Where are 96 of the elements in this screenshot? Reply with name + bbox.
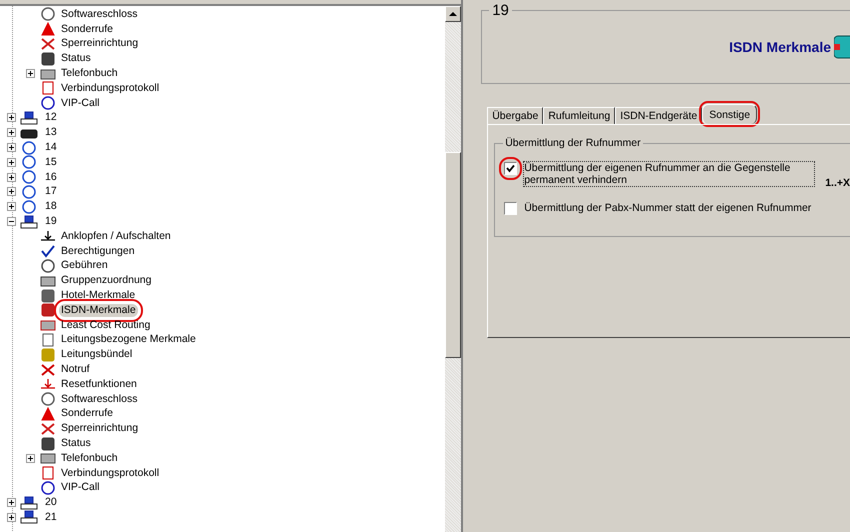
group-title: 19	[491, 2, 510, 19]
tree-item[interactable]: Status	[59, 437, 93, 450]
expand-toggle-icon[interactable]	[7, 512, 16, 522]
expand-toggle-icon[interactable]	[7, 202, 16, 212]
expand-toggle-icon[interactable]	[7, 498, 16, 508]
tree-item[interactable]: VIP-Call	[59, 96, 102, 110]
tree-item[interactable]: Least Cost Routing	[59, 318, 152, 332]
expand-toggle-icon[interactable]	[7, 217, 16, 226]
tree-item[interactable]: Sonderrufe	[59, 22, 115, 36]
tree-item[interactable]: Gruppenzuordnung	[59, 274, 154, 288]
checkmark-icon	[506, 164, 516, 173]
checkbox-label[interactable]: Übermittlung der Pabx-Nummer statt der eigenen Rufnummer	[523, 201, 826, 215]
tree-item[interactable]: 14	[44, 141, 59, 154]
tree-item[interactable]: Sonderrufe	[59, 407, 115, 420]
tab[interactable]: Übergabe	[487, 107, 544, 124]
tree-item[interactable]: 17	[44, 185, 59, 198]
expand-toggle-icon[interactable]	[7, 143, 16, 152]
tree-node-icon	[40, 22, 56, 36]
tree-node-icon	[40, 81, 56, 96]
device-icon	[20, 496, 38, 510]
tree-item[interactable]: Telefonbuch	[59, 452, 120, 465]
device-icon	[20, 110, 38, 125]
tree-node-icon	[40, 318, 56, 332]
device-icon	[20, 140, 38, 155]
device-icon	[20, 200, 38, 214]
tree-item[interactable]: 18	[44, 200, 59, 214]
expand-toggle-icon[interactable]	[7, 128, 16, 138]
tree-node-icon	[40, 288, 56, 303]
checkbox[interactable]	[503, 201, 518, 216]
tree-node-icon	[40, 96, 56, 110]
device-icon	[20, 510, 38, 524]
tree-node-icon	[40, 52, 56, 66]
tab[interactable]: Sonstige	[702, 104, 758, 124]
tree-node-icon	[40, 466, 56, 480]
tree-node-icon	[40, 303, 56, 318]
expand-toggle-icon[interactable]	[26, 69, 34, 78]
tree-item[interactable]: 21	[44, 510, 59, 524]
tree-node-icon	[40, 244, 56, 258]
tree-node-icon	[40, 274, 56, 288]
tree-node-icon	[40, 436, 56, 450]
tab[interactable]: ISDN-Endgeräte	[615, 107, 702, 124]
tree-item[interactable]: Status	[59, 52, 93, 66]
tree-item[interactable]: Anklopfen / Aufschalten	[59, 230, 173, 243]
expand-toggle-icon[interactable]	[7, 158, 16, 167]
tree-item[interactable]: ISDN-Merkmale	[59, 304, 138, 317]
device-icon	[20, 214, 38, 229]
tree-item[interactable]: Softwareschloss	[59, 392, 140, 406]
device-icon	[20, 170, 38, 184]
expand-toggle-icon[interactable]	[26, 454, 34, 463]
tree-item[interactable]: Gebühren	[59, 259, 110, 272]
scroll-up-button[interactable]	[445, 6, 462, 22]
tree-node-icon	[40, 66, 56, 81]
tree-item[interactable]: VIP-Call	[59, 481, 102, 494]
tree-item[interactable]: Leitungsbündel	[59, 348, 134, 362]
tree-node-icon	[40, 36, 56, 51]
group-title: Übermittlung der Rufnummer	[504, 137, 642, 149]
checkbox-label[interactable]: Übermittlung der eigenen Rufnummer an die Gegenstelle permanent verhindern	[523, 161, 816, 187]
tree-item[interactable]: Sperreinrichtung	[59, 37, 140, 50]
tree-item[interactable]: 15	[44, 156, 59, 169]
tree-node-icon	[40, 377, 56, 392]
tree-node-icon	[40, 451, 56, 466]
tree-item[interactable]: 13	[44, 126, 59, 140]
expand-toggle-icon[interactable]	[7, 113, 16, 122]
tree-item[interactable]: Sperreinrichtung	[59, 422, 140, 436]
tree-item[interactable]: Softwareschloss	[59, 8, 140, 21]
tree-node-icon	[40, 392, 56, 406]
tree-item[interactable]: Hotel-Merkmale	[59, 289, 138, 302]
tree-node-icon	[40, 406, 56, 421]
device-icon	[20, 184, 38, 199]
tree-node-icon	[40, 422, 56, 436]
tree-item[interactable]: Resetfunktionen	[59, 378, 139, 391]
tree-node-icon	[40, 7, 56, 22]
tree-node-icon	[40, 332, 56, 347]
device-icon	[20, 155, 38, 170]
tree-item[interactable]: 20	[44, 496, 59, 510]
tree-item[interactable]: Verbindungsprotokoll	[59, 82, 162, 95]
tree-item[interactable]: Berechtigungen	[59, 244, 137, 258]
tree-node-icon	[40, 258, 56, 273]
tree-node-icon	[40, 229, 56, 244]
tab[interactable]: Rufumleitung	[543, 107, 616, 124]
vertical-scrollbar[interactable]	[445, 6, 462, 532]
tree-item[interactable]: 12	[44, 111, 59, 124]
scrollbar-thumb[interactable]	[445, 152, 462, 358]
tree-node-icon	[40, 480, 56, 495]
expand-toggle-icon[interactable]	[7, 187, 16, 196]
side-text: 1..+X	[825, 177, 850, 189]
tree-node-icon	[40, 362, 56, 377]
tree-node-icon	[40, 348, 56, 362]
page-title: ISDN Merkmale	[729, 39, 831, 55]
tree-item[interactable]: 16	[44, 170, 59, 184]
tree-item[interactable]: 19	[44, 215, 59, 228]
tree-item[interactable]: Leitungsbezogene Merkmale	[59, 333, 198, 346]
tree-item[interactable]: Telefonbuch	[59, 67, 120, 80]
tree-item[interactable]: Notruf	[59, 363, 92, 376]
tree-item[interactable]: Verbindungsprotokoll	[59, 466, 162, 480]
expand-toggle-icon[interactable]	[7, 172, 16, 182]
